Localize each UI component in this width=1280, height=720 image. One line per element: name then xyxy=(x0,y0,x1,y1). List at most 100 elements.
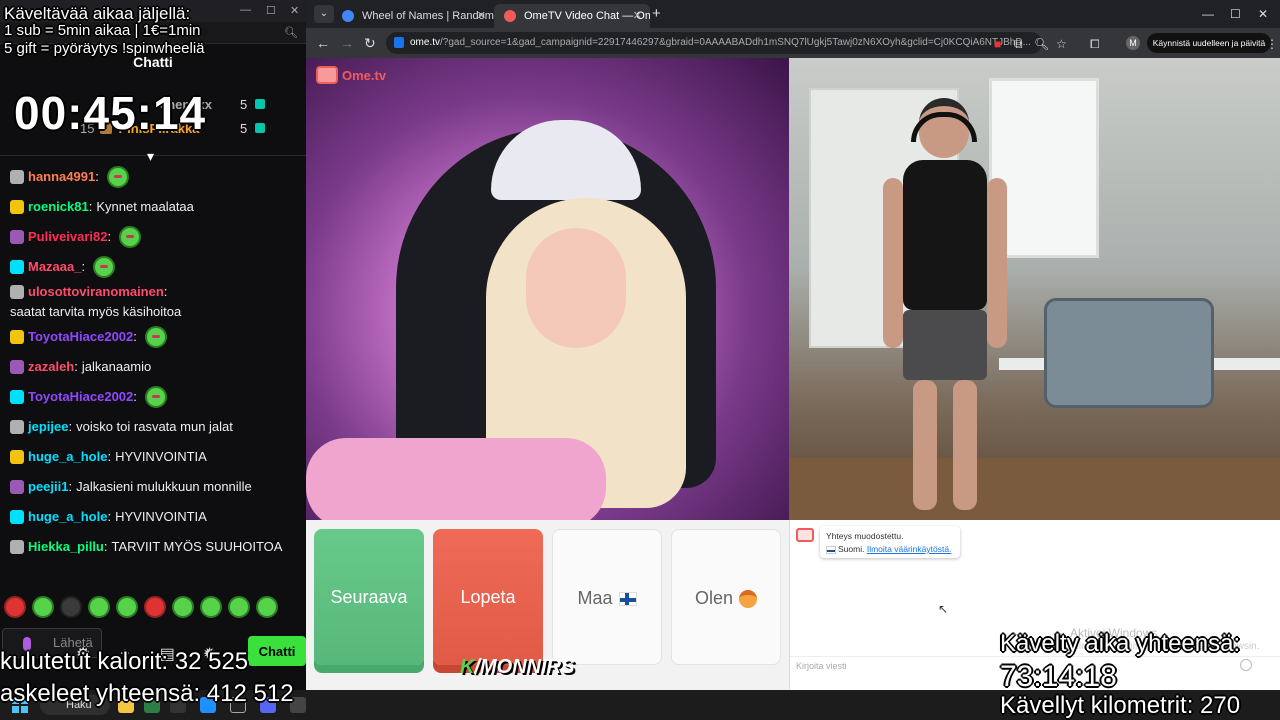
site-info-icon[interactable] xyxy=(394,37,404,48)
close-icon[interactable]: ✕ xyxy=(290,4,299,17)
user-badge-icon[interactable] xyxy=(10,540,24,554)
search-icon[interactable]: 🔍︎ xyxy=(284,26,298,39)
total-walk-label: Kävelty aika yhteensä: xyxy=(1000,630,1241,657)
user-badge-icon[interactable] xyxy=(10,200,24,214)
emote-icon[interactable] xyxy=(4,596,26,618)
person xyxy=(877,98,1017,518)
user-badge-icon[interactable] xyxy=(10,360,24,374)
chat-username[interactable]: ulosottoviranomainen xyxy=(28,282,164,302)
close-tab-icon[interactable]: ✕ xyxy=(633,9,642,22)
chat-separator: : xyxy=(88,199,93,214)
emote-icon[interactable] xyxy=(144,596,166,618)
chat-message: jepijee: voisko toi rasvata mun jalat xyxy=(0,412,306,442)
url-path: /?gad_source=1&gad_campaignid=2291744629… xyxy=(440,37,1031,48)
user-badge-icon[interactable] xyxy=(10,420,24,434)
forward-icon[interactable]: → xyxy=(340,35,354,51)
chat-username[interactable]: Mazaaa_ xyxy=(28,257,81,277)
chat-message: peejii1: Jalkasieni mulukkuun monnille xyxy=(0,472,306,502)
translate-icon[interactable]: ⧉ xyxy=(1014,37,1023,52)
chat-username[interactable]: zazaleh xyxy=(28,357,74,377)
user-badge-icon[interactable] xyxy=(10,480,24,494)
back-icon[interactable]: ← xyxy=(316,35,330,51)
user-badge-icon[interactable] xyxy=(10,450,24,464)
close-icon[interactable]: ✕ xyxy=(1258,7,1268,21)
chat-username[interactable]: roenick81 xyxy=(28,197,89,217)
chat-separator: : xyxy=(133,329,137,344)
chat-username[interactable]: Hiekka_pillu xyxy=(28,537,104,557)
gift-icon xyxy=(255,123,265,133)
restart-update-button[interactable]: Käynnistä uudelleen ja päivitä xyxy=(1147,33,1271,53)
user-badge-icon[interactable] xyxy=(10,230,24,244)
emote-icon[interactable] xyxy=(228,596,250,618)
emote-icon[interactable] xyxy=(60,596,82,618)
chat-message: huge_a_hole: HYVINVOINTIA xyxy=(0,502,306,532)
chat-username[interactable]: peejii1 xyxy=(28,477,68,497)
address-bar[interactable]: ome.tv/?gad_source=1&gad_campaignid=2291… xyxy=(386,32,1042,54)
user-badge-icon[interactable] xyxy=(10,510,24,524)
chat-username[interactable]: jepijee xyxy=(28,417,68,437)
user-badge-icon[interactable] xyxy=(10,390,24,404)
emote-icon[interactable] xyxy=(256,596,278,618)
new-tab-icon[interactable]: + xyxy=(652,5,661,22)
emote-icon[interactable] xyxy=(119,226,142,248)
next-button[interactable]: Seuraava xyxy=(314,529,424,665)
chat-message: Hiekka_pillu: TARVIIT MYÖS SUUHOITOA xyxy=(0,532,306,562)
user-badge-icon[interactable] xyxy=(10,170,24,184)
chat-username[interactable]: hanna4991 xyxy=(28,167,95,187)
chat-separator: : xyxy=(103,539,108,554)
minimize-icon[interactable]: — xyxy=(240,4,251,16)
close-tab-icon[interactable]: ✕ xyxy=(477,9,486,22)
emote-icon[interactable] xyxy=(172,596,194,618)
pet-carrier xyxy=(1044,298,1214,408)
brand-k: K xyxy=(460,656,475,678)
emote-icon[interactable] xyxy=(144,386,167,408)
next-label: Seuraava xyxy=(330,587,408,607)
chat-username[interactable]: ToyotaHiace2002 xyxy=(28,387,133,407)
tab-wheel-of-names[interactable]: Wheel of Names | Random nam ✕ xyxy=(332,4,494,28)
chat-separator: : xyxy=(74,359,78,374)
chat-separator: : xyxy=(68,479,73,494)
stop-button[interactable]: Lopeta xyxy=(433,529,543,665)
menu-icon[interactable]: ⋮ xyxy=(1266,37,1278,51)
chat-username[interactable]: huge_a_hole xyxy=(28,507,107,527)
emote-icon[interactable] xyxy=(144,326,167,348)
chat-message: ToyotaHiace2002: xyxy=(0,382,306,412)
maximize-icon[interactable]: ☐ xyxy=(1230,7,1241,21)
connection-status: Yhteys muodostettu. xyxy=(826,531,904,541)
tab-search-button[interactable]: ⌄ xyxy=(314,5,334,23)
chat-message: hanna4991: xyxy=(0,162,306,192)
camera-in-use-icon[interactable]: ■ xyxy=(994,37,1001,51)
chat-username[interactable]: ToyotaHiace2002 xyxy=(28,327,133,347)
reload-icon[interactable]: ↻ xyxy=(364,35,376,52)
maximize-icon[interactable]: ☐ xyxy=(266,4,276,17)
user-badge-icon[interactable] xyxy=(10,260,24,274)
emote-icon[interactable] xyxy=(106,166,129,188)
tab-ometv[interactable]: OmeTV Video Chat — Ome ✕ xyxy=(494,4,650,28)
chat-username[interactable]: Puliveivari82 xyxy=(28,227,108,247)
chat-username[interactable]: huge_a_hole xyxy=(28,447,107,467)
emoji-icon[interactable] xyxy=(1240,659,1252,671)
emote-icon[interactable] xyxy=(88,596,110,618)
emote-icon[interactable] xyxy=(32,596,54,618)
chat-send-button[interactable]: Chatti xyxy=(248,636,306,666)
user-badge-icon[interactable] xyxy=(10,330,24,344)
chat-text: TARVIIT MYÖS SUUHOITOA xyxy=(111,539,283,554)
emote-icon[interactable] xyxy=(93,256,116,278)
gender-button[interactable]: Olen xyxy=(671,529,781,665)
gifter-count: 5 xyxy=(240,96,248,112)
bookmark-star-icon[interactable]: ☆ xyxy=(1056,37,1067,51)
report-abuse-link[interactable]: Ilmoita väärinkäytöstä. xyxy=(867,544,952,554)
profile-avatar[interactable]: M xyxy=(1126,36,1140,50)
minimize-icon[interactable]: — xyxy=(1202,7,1214,21)
ometv-logo[interactable]: Ome.tv xyxy=(316,66,386,84)
country-button[interactable]: Maa xyxy=(552,529,662,665)
user-badge-icon[interactable] xyxy=(10,285,24,299)
message-placeholder: Kirjoita viesti xyxy=(796,661,847,671)
extensions-icon[interactable]: ⧠ xyxy=(1090,37,1100,52)
calories-counter: kulutetut kalorit: 32 525 xyxy=(0,648,249,675)
tab-title: Wheel of Names | Random nam xyxy=(362,10,494,22)
emote-icon[interactable] xyxy=(200,596,222,618)
zoom-icon[interactable]: 🔍︎ xyxy=(1034,37,1049,51)
emote-icon[interactable] xyxy=(116,596,138,618)
finland-flag-icon xyxy=(826,545,836,554)
